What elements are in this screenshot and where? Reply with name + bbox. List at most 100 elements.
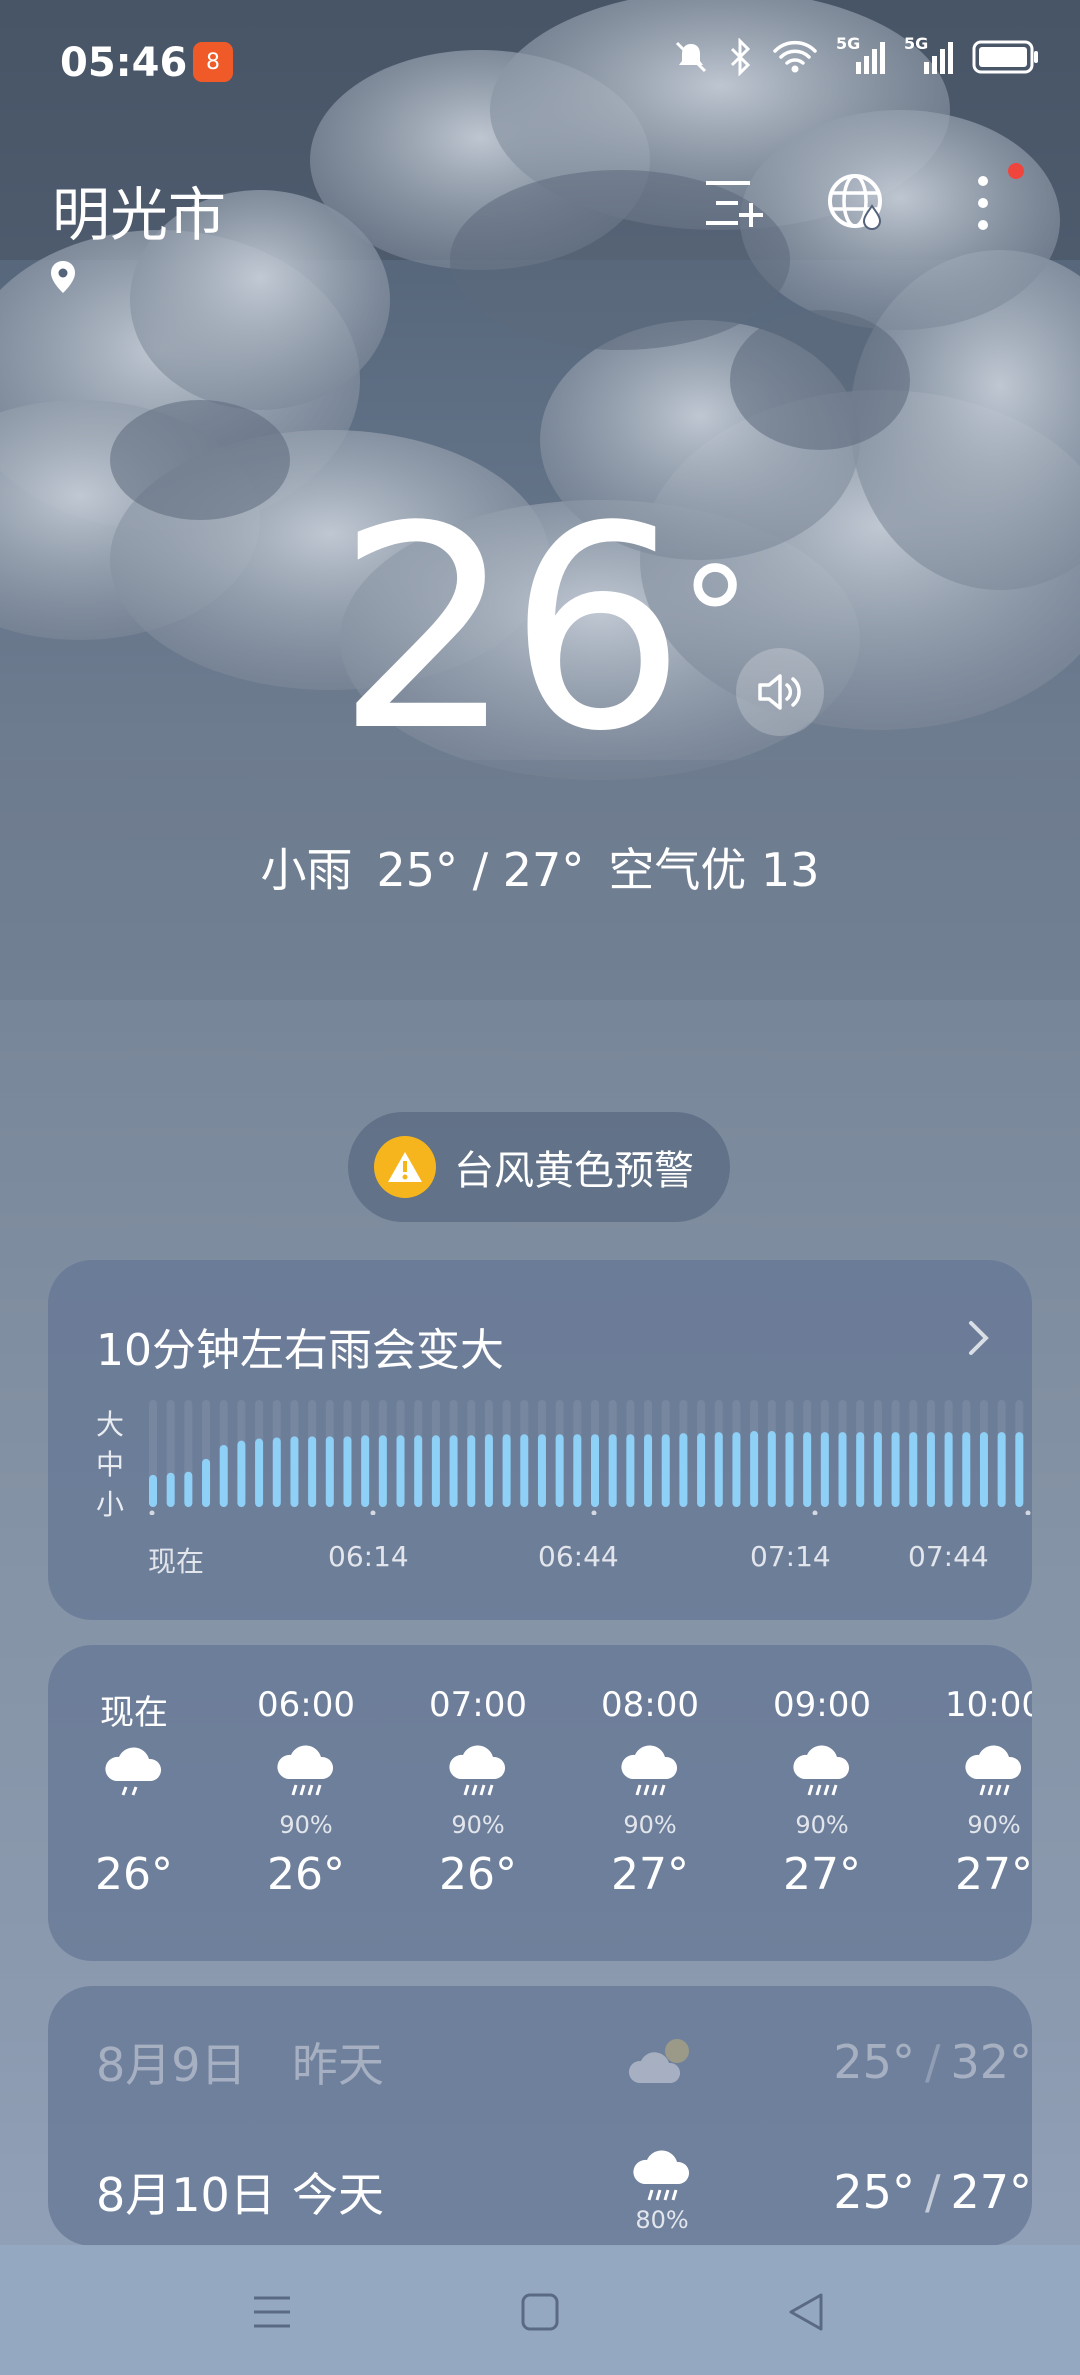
precip-bar xyxy=(679,1433,688,1507)
menu-nav-icon xyxy=(254,2296,290,2328)
precip-bar xyxy=(661,1434,670,1507)
warning-icon xyxy=(374,1136,436,1198)
precip-bar xyxy=(449,1435,458,1507)
precipitation-card[interactable]: 10分钟左右雨会变大 大 中 小 现在 06:14 06:44 07:14 07… xyxy=(48,1260,1032,1620)
precip-bar xyxy=(644,1434,653,1507)
axis-tick xyxy=(149,1510,155,1515)
network-label: 5G xyxy=(836,34,861,53)
daily-forecast-card[interactable]: 8月9日 昨天 25°/32° 8月10日 今天 80% 25°/27° xyxy=(48,1986,1032,2246)
chevron-right-icon[interactable] xyxy=(966,1318,992,1358)
precip-bar xyxy=(820,1432,829,1507)
signal-5g-icon: 5G xyxy=(836,34,886,76)
globe-button[interactable] xyxy=(822,168,892,238)
precip-bar xyxy=(166,1472,175,1507)
hourly-item: 08:00 90% 27° xyxy=(564,1685,736,1900)
alert-text: 台风黄色预警 xyxy=(454,1148,694,1194)
precip-bar xyxy=(997,1432,1006,1507)
precipitation-title: 10分钟左右雨会变大 xyxy=(96,1325,504,1376)
rain-icon: 80% xyxy=(602,2150,722,2234)
more-button[interactable] xyxy=(948,168,1018,238)
precip-bar xyxy=(272,1437,281,1507)
hour-time: 09:00 xyxy=(773,1685,871,1725)
air-quality[interactable]: 空气优 13 xyxy=(608,843,819,897)
precip-bar xyxy=(909,1432,918,1507)
rain-icon xyxy=(564,1743,736,1811)
axis-label: 06:14 xyxy=(328,1540,409,1573)
typhoon-alert-pill[interactable]: 台风黄色预警 xyxy=(348,1112,730,1222)
hourly-item: 06:00 90% 26° xyxy=(220,1685,392,1900)
daily-row[interactable]: 8月10日 今天 80% 25°/27° xyxy=(96,2142,1032,2242)
hour-pop: 90% xyxy=(279,1811,333,1839)
precip-bar xyxy=(1015,1432,1024,1507)
precip-bar xyxy=(219,1444,228,1507)
precip-bar xyxy=(944,1432,953,1507)
axis-label: 现在 xyxy=(148,1545,205,1578)
battery-icon xyxy=(972,40,1038,74)
day-label: 昨天 xyxy=(292,2038,384,2092)
day-date: 8月10日 xyxy=(96,2168,276,2222)
precip-bar xyxy=(697,1433,706,1507)
hour-temp: 27° xyxy=(783,1849,861,1900)
precip-bar xyxy=(290,1436,299,1507)
precip-bar xyxy=(926,1432,935,1507)
axis-tick xyxy=(812,1510,818,1515)
status-time: 05:46 xyxy=(60,40,188,86)
intensity-label-heavy: 大 xyxy=(96,1408,125,1441)
precipitation-bar-chart xyxy=(149,1400,1031,1515)
app-notification-icon: 8 xyxy=(193,42,233,82)
day-low: 25° xyxy=(833,2035,915,2089)
back-nav-button[interactable] xyxy=(776,2282,836,2342)
precip-bar xyxy=(325,1436,334,1507)
mute-icon xyxy=(675,41,707,73)
weather-summary: 小雨 25° / 27° 空气优 13 xyxy=(0,834,1080,900)
precip-bar xyxy=(467,1435,476,1507)
precip-bar xyxy=(184,1471,193,1507)
partly-cloudy-icon xyxy=(602,2035,722,2089)
signal-5g-icon: 5G xyxy=(904,34,954,76)
precip-bar xyxy=(979,1432,988,1507)
day-temps: 25°/27° xyxy=(833,2165,1032,2219)
precip-bar xyxy=(414,1435,423,1507)
temp-range: 25° / 27° xyxy=(376,843,585,897)
current-temperature-value: 26 xyxy=(335,467,686,793)
wifi-icon xyxy=(773,40,817,73)
notification-dot xyxy=(1008,163,1024,179)
hourly-item: 09:00 90% 27° xyxy=(736,1685,908,1900)
precip-bar xyxy=(750,1431,759,1507)
degree-symbol: ° xyxy=(680,538,750,701)
city-list-button[interactable] xyxy=(698,168,768,238)
hourly-item: 07:00 90% 26° xyxy=(392,1685,564,1900)
more-icon xyxy=(978,176,988,230)
home-nav-button[interactable] xyxy=(510,2282,570,2342)
precip-bar xyxy=(520,1434,529,1507)
hourly-item: 10:00 90% 27° xyxy=(908,1685,1032,1900)
precip-bar xyxy=(484,1434,493,1507)
condition-text: 小雨 xyxy=(260,843,353,897)
hour-time: 07:00 xyxy=(429,1685,527,1725)
precip-bar xyxy=(149,1474,157,1507)
day-low: 25° xyxy=(833,2165,915,2219)
precip-bar xyxy=(537,1434,546,1507)
daily-row[interactable]: 8月9日 昨天 25°/32° xyxy=(96,2012,1032,2112)
hour-time: 10:00 xyxy=(945,1685,1032,1725)
axis-tick xyxy=(370,1510,376,1515)
city-name[interactable]: 明光市 xyxy=(52,168,226,252)
hour-pop: 90% xyxy=(795,1811,849,1839)
precip-bar xyxy=(803,1432,812,1507)
hour-time: 现在 xyxy=(100,1693,168,1733)
menu-nav-button[interactable] xyxy=(242,2282,302,2342)
precip-bar xyxy=(555,1434,564,1507)
precip-bar xyxy=(361,1435,370,1507)
globe-icon xyxy=(828,174,882,230)
hourly-forecast-card[interactable]: 现在 26° 06:00 90% 26° 07:00 90% 26° 08:00… xyxy=(48,1645,1032,1961)
rain-icon xyxy=(908,1743,1032,1811)
intensity-label-light: 小 xyxy=(96,1488,125,1521)
hourly-item: 现在 26° xyxy=(48,1685,220,1900)
rain-icon xyxy=(736,1743,908,1811)
hour-time: 06:00 xyxy=(257,1685,355,1725)
hour-temp: 26° xyxy=(95,1849,173,1900)
voice-broadcast-button[interactable] xyxy=(736,648,824,736)
network-label: 5G xyxy=(904,34,929,53)
axis-label: 07:44 xyxy=(908,1540,989,1573)
hour-pop: 90% xyxy=(967,1811,1021,1839)
